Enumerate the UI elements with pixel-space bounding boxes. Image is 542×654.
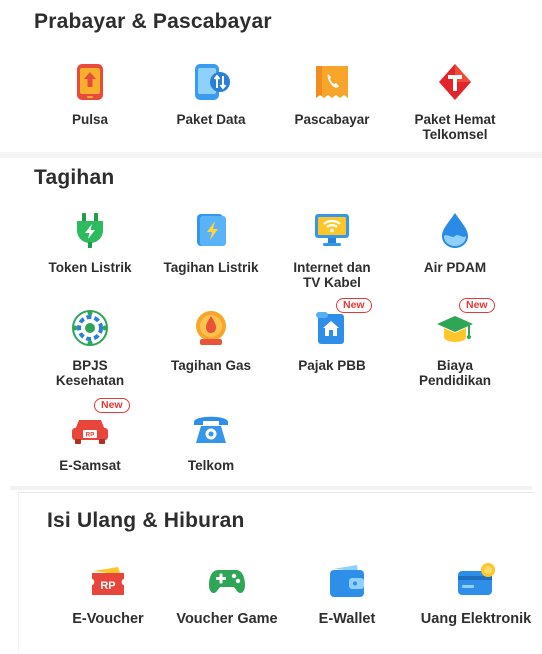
menu-item-tagihan-gas[interactable]: Tagihan Gas	[149, 308, 273, 373]
property-tax-icon: New	[312, 298, 372, 348]
new-badge: New	[459, 298, 495, 313]
section-title: Prabayar & Pascabayar	[34, 10, 272, 33]
menu-item-label: Pulsa	[71, 112, 109, 127]
menu-item-label: Paket Hemat Telkomsel	[414, 112, 496, 142]
wallet-icon	[327, 561, 367, 601]
section-isi-ulang-hiburan: Isi Ulang & Hiburan RP E-Voucher Voucher…	[18, 492, 534, 652]
new-badge: New	[94, 398, 130, 413]
water-drop-icon	[435, 210, 475, 250]
menu-item-internet-tv-kabel[interactable]: Internet dan TV Kabel	[270, 210, 394, 290]
menu-item-air-pdam[interactable]: Air PDAM	[393, 210, 517, 275]
menu-item-voucher-game[interactable]: Voucher Game	[165, 561, 289, 627]
menu-item-biaya-pendidikan[interactable]: New Biaya Pendidikan	[393, 298, 517, 388]
plug-icon	[70, 210, 110, 250]
menu-item-label: E-Samsat	[59, 458, 121, 473]
menu-item-bpjs-kesehatan[interactable]: BPJS Kesehatan	[28, 308, 152, 388]
menu-item-e-wallet[interactable]: E-Wallet	[285, 561, 409, 627]
menu-item-label: E-Wallet	[318, 611, 376, 627]
menu-item-label: Pajak PBB	[298, 358, 366, 373]
menu-item-e-samsat[interactable]: RP New E-Samsat	[28, 398, 152, 473]
menu-item-pascabayar[interactable]: Pascabayar	[270, 62, 394, 127]
gamepad-icon	[207, 561, 247, 601]
menu-item-e-voucher[interactable]: RP E-Voucher	[46, 561, 170, 627]
svg-text:RP: RP	[85, 432, 95, 439]
card-icon	[456, 561, 496, 601]
phone-upload-icon	[70, 62, 110, 102]
bill-phone-icon	[312, 62, 352, 102]
menu-item-paket-data[interactable]: Paket Data	[149, 62, 273, 127]
menu-item-label: Pascabayar	[294, 112, 370, 127]
gas-icon	[191, 308, 231, 348]
menu-item-label: Paket Data	[176, 112, 246, 127]
menu-item-telkom[interactable]: Telkom	[149, 408, 273, 473]
bpjs-icon	[70, 308, 110, 348]
menu-item-label: Internet dan TV Kabel	[293, 260, 371, 290]
svg-text:RP: RP	[100, 580, 115, 592]
telkomsel-logo-icon	[435, 62, 475, 102]
phone-data-icon	[191, 62, 231, 102]
menu-item-label: Uang Elektronik	[420, 611, 532, 627]
menu-item-tagihan-listrik[interactable]: Tagihan Listrik	[149, 210, 273, 275]
section-title: Isi Ulang & Hiburan	[47, 509, 245, 532]
menu-item-label: BPJS Kesehatan	[55, 358, 125, 388]
menu-item-pajak-pbb[interactable]: New Pajak PBB	[270, 298, 394, 373]
menu-item-label: Voucher Game	[176, 611, 278, 627]
menu-item-label: Token Listrik	[48, 260, 132, 275]
section-divider	[10, 486, 532, 490]
electric-bill-icon	[191, 210, 231, 250]
menu-item-paket-hemat-telkomsel[interactable]: Paket Hemat Telkomsel	[393, 62, 517, 142]
menu-item-label: Telkom	[187, 458, 235, 473]
menu-item-label: Biaya Pendidikan	[418, 358, 491, 388]
menu-item-token-listrik[interactable]: Token Listrik	[28, 210, 152, 275]
menu-item-label: Tagihan Listrik	[163, 260, 259, 275]
car-tax-icon: RP New	[70, 398, 130, 448]
menu-item-label: Air PDAM	[423, 260, 487, 275]
section-prabayar-pascabayar: Prabayar & Pascabayar Pulsa Paket Data P…	[0, 0, 542, 152]
menu-item-uang-elektronik[interactable]: Uang Elektronik	[406, 561, 542, 627]
graduation-cap-icon: New	[435, 298, 495, 348]
menu-item-pulsa[interactable]: Pulsa	[28, 62, 152, 127]
telephone-icon	[191, 408, 231, 448]
wifi-tv-icon	[312, 210, 352, 250]
new-badge: New	[336, 298, 372, 313]
section-tagihan: Tagihan Token Listrik Tagihan Listrik In…	[0, 158, 542, 488]
section-title: Tagihan	[34, 166, 115, 189]
menu-item-label: E-Voucher	[72, 611, 144, 627]
voucher-icon: RP	[88, 561, 128, 601]
menu-item-label: Tagihan Gas	[170, 358, 252, 373]
